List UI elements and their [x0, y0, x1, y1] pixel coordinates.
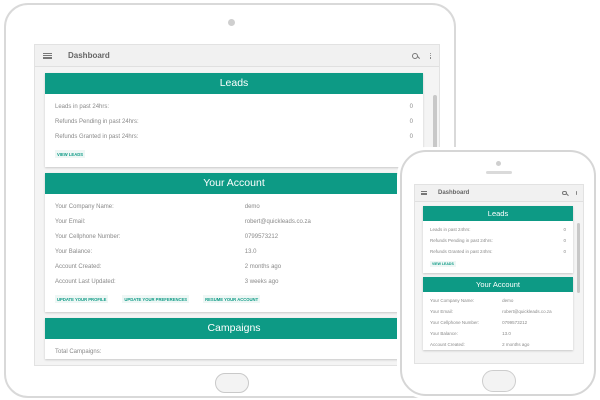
leads-row: Refunds Pending in past 24hrs: 0	[45, 114, 423, 129]
leads-card: Leads Leads in past 24hrs: 0 Refunds Pen…	[45, 73, 423, 167]
account-row: Account Last Updated: 3 weeks ago	[45, 274, 423, 289]
row-value: 0	[563, 249, 566, 254]
update-profile-button[interactable]: UPDATE YOUR PROFILE	[55, 295, 109, 303]
campaigns-row: Total Campaigns: 0	[45, 344, 423, 359]
row-label: Your Balance:	[430, 331, 458, 336]
phone-home-button[interactable]	[482, 370, 516, 392]
app-bar: Dashboard	[35, 45, 439, 67]
hamburger-menu-icon[interactable]	[43, 52, 52, 59]
phone-speaker	[486, 171, 512, 174]
campaigns-card: Campaigns Total Campaigns: 0	[45, 318, 423, 359]
phone-screen: Dashboard Leads Leads in past 24hrs: 0 R…	[414, 184, 584, 364]
more-vertical-icon[interactable]	[429, 52, 431, 59]
leads-row: Refunds Pending in past 24hrs: 0	[423, 235, 573, 246]
page-title: Dashboard	[68, 51, 110, 60]
row-label: Your Cellphone Number:	[55, 233, 121, 240]
leads-card-title: Leads	[45, 73, 423, 94]
tablet-screen: Dashboard Leads Leads in past 24hrs: 0 R…	[34, 44, 440, 366]
leads-row: Leads in past 24hrs: 0	[45, 99, 423, 114]
row-value: robert@quickleads.co.za	[502, 309, 552, 314]
row-label: Account Last Updated:	[55, 278, 116, 285]
row-value: 3 weeks ago	[244, 278, 279, 285]
account-row: Account Created: 2 months ago	[423, 339, 573, 350]
update-preferences-button[interactable]: UPDATE YOUR PREFERENCES	[122, 295, 190, 303]
row-label: Your Cellphone Number:	[430, 320, 480, 325]
account-card-title: Your Account	[45, 173, 423, 194]
account-row: Your Balance: 13.0	[423, 328, 573, 339]
row-value: 13.0	[244, 248, 257, 255]
row-value: 0	[563, 227, 566, 232]
row-value: demo	[502, 298, 514, 303]
row-value: 0	[409, 103, 413, 110]
row-label: Total Campaigns:	[55, 348, 102, 355]
row-value: 13.0	[502, 331, 511, 336]
phone-device: Dashboard Leads Leads in past 24hrs: 0 R…	[400, 150, 596, 396]
leads-row: Refunds Granted in past 24hrs: 0	[423, 246, 573, 257]
account-row: Your Company Name: demo	[45, 199, 423, 214]
row-value: 2 months ago	[502, 342, 530, 347]
row-value: 0	[409, 118, 413, 125]
search-icon[interactable]	[411, 52, 418, 59]
row-label: Your Company Name:	[430, 298, 475, 303]
row-label: Refunds Granted in past 24hrs:	[430, 249, 493, 254]
dashboard-content: Leads Leads in past 24hrs: 0 Refunds Pen…	[415, 202, 583, 350]
row-label: Your Balance:	[55, 248, 93, 255]
row-value: 0799573212	[244, 233, 279, 240]
row-value: 0	[409, 133, 413, 140]
account-row: Your Email: robert@quickleads.co.za	[423, 306, 573, 317]
row-label: Refunds Pending in past 24hrs:	[55, 118, 139, 125]
more-vertical-icon[interactable]	[575, 190, 577, 196]
row-value: 2 months ago	[244, 263, 282, 270]
leads-row: Refunds Granted in past 24hrs: 0	[45, 129, 423, 144]
scrollbar[interactable]	[577, 223, 580, 293]
tablet-camera	[228, 19, 235, 26]
row-label: Account Created:	[55, 263, 102, 270]
campaigns-card-title: Campaigns	[45, 318, 423, 339]
phone-camera	[496, 161, 501, 166]
row-label: Your Email:	[55, 218, 86, 225]
row-label: Your Company Name:	[55, 203, 114, 210]
account-row: Your Email: robert@quickleads.co.za	[45, 214, 423, 229]
account-row: Your Cellphone Number: 0799573212	[423, 317, 573, 328]
row-value: 0799573212	[502, 320, 528, 325]
view-leads-button[interactable]: VIEW LEADS	[55, 150, 86, 158]
hamburger-menu-icon[interactable]	[421, 191, 427, 195]
row-value: demo	[244, 203, 260, 210]
account-row: Account Created: 2 months ago	[45, 259, 423, 274]
row-label: Refunds Pending in past 24hrs:	[430, 238, 493, 243]
view-leads-button[interactable]: VIEW LEADS	[430, 261, 456, 267]
account-row: Your Balance: 13.0	[45, 244, 423, 259]
search-icon[interactable]	[562, 190, 567, 196]
account-row: Your Cellphone Number: 0799573212	[45, 229, 423, 244]
row-label: Leads in past 24hrs:	[55, 103, 110, 110]
row-value: 0	[563, 238, 566, 243]
account-card: Your Account Your Company Name: demo You…	[423, 277, 573, 350]
row-value: robert@quickleads.co.za	[244, 218, 311, 225]
page-title: Dashboard	[438, 190, 470, 196]
account-card-title: Your Account	[423, 277, 573, 292]
tablet-home-button[interactable]	[215, 373, 249, 393]
account-row: Your Company Name: demo	[423, 295, 573, 306]
app-bar: Dashboard	[415, 185, 583, 202]
leads-row: Leads in past 24hrs: 0	[423, 224, 573, 235]
tablet-device: Dashboard Leads Leads in past 24hrs: 0 R…	[4, 3, 456, 398]
leads-card: Leads Leads in past 24hrs: 0 Refunds Pen…	[423, 206, 573, 273]
leads-card-title: Leads	[423, 206, 573, 221]
resume-account-button[interactable]: RESUME YOUR ACCOUNT	[203, 295, 261, 303]
account-card: Your Account Your Company Name: demo You…	[45, 173, 423, 312]
row-label: Refunds Granted in past 24hrs:	[55, 133, 139, 140]
row-label: Your Email:	[430, 309, 453, 314]
dashboard-content: Leads Leads in past 24hrs: 0 Refunds Pen…	[35, 67, 439, 359]
row-label: Leads in past 24hrs:	[430, 227, 471, 232]
row-label: Account Created:	[430, 342, 465, 347]
